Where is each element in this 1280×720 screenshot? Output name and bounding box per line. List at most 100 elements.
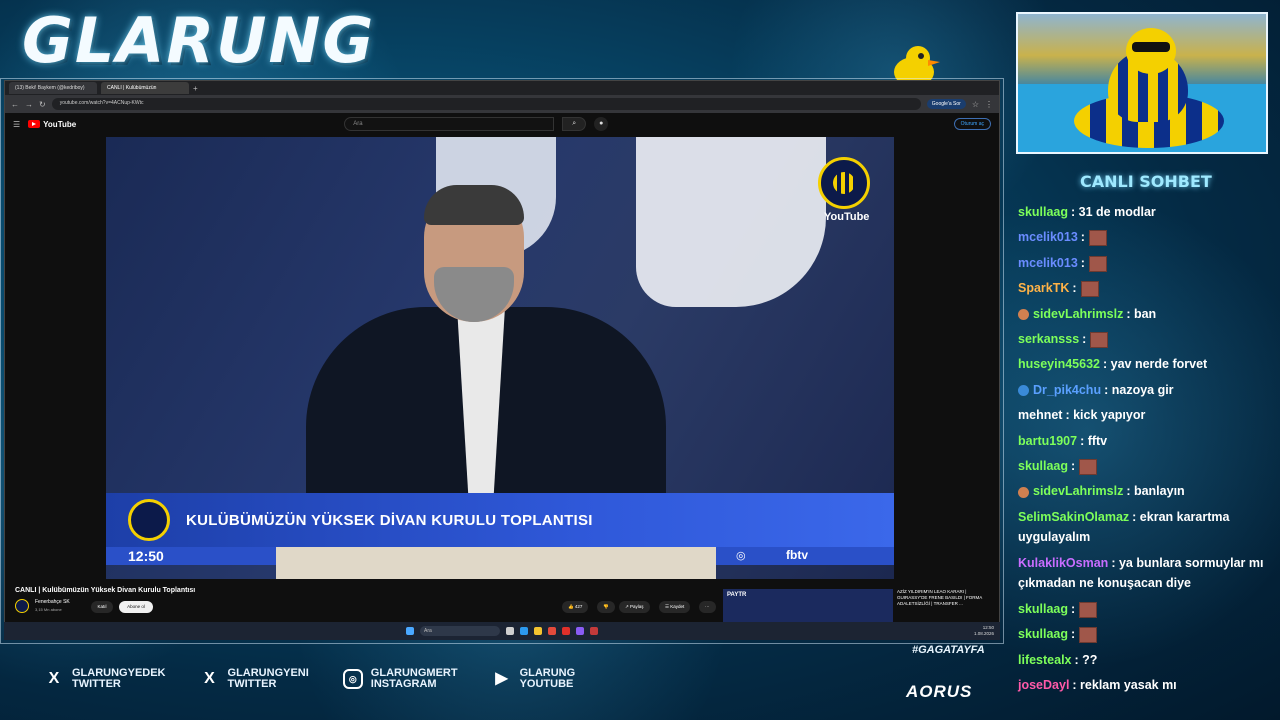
chat-text: : yav nerde forvet: [1103, 357, 1208, 372]
broadcast-time: 12:50: [128, 548, 164, 564]
chat-username[interactable]: joseDayl: [1018, 673, 1069, 698]
chat-username[interactable]: KulaklikOsman: [1018, 556, 1108, 570]
chat-message: sidevLahrimslz: banlayın: [1018, 479, 1264, 504]
address-bar: ← → ↻ youtube.com/watch?v=4ACNup-KWtc Go…: [5, 95, 999, 113]
taskbar-search[interactable]: Ara: [420, 626, 500, 636]
emote-icon: [1079, 626, 1098, 643]
lower-third-banner: KULÜBÜMÜZÜN YÜKSEK DİVAN KURULU TOPLANTI…: [106, 493, 894, 547]
save-button[interactable]: ☰ Kaydet: [659, 601, 691, 613]
app-icon[interactable]: [590, 627, 598, 635]
video-player[interactable]: YouTube KULÜBÜMÜZÜN YÜKSEK DİVAN KURULU …: [106, 137, 894, 579]
chat-message: lifestealx: ??: [1018, 648, 1264, 673]
social-link: X GLARUNGYENI TWITTER: [200, 668, 309, 690]
chat-text: :: [1080, 230, 1085, 245]
menu-icon[interactable]: ⋮: [985, 100, 993, 109]
tab-label: (13) Beki! Baykem (@kedriboy): [15, 85, 85, 91]
chat-username[interactable]: huseyin45632: [1018, 352, 1100, 377]
social-text: GLARUNGMERT INSTAGRAM: [371, 668, 458, 690]
chat-message: skullaag:: [1018, 454, 1264, 479]
dislike-icon[interactable]: 👎: [597, 601, 615, 613]
chat-username[interactable]: skullaag: [1018, 454, 1068, 479]
chrome-icon[interactable]: [548, 627, 556, 635]
chat-username[interactable]: bartu1907: [1018, 429, 1077, 454]
instagram-icon: ◎: [342, 669, 363, 689]
fenerbahce-badge-icon: [818, 157, 870, 209]
share-label: Paylaş: [630, 604, 644, 609]
subscribe-button[interactable]: Abone ol: [119, 601, 153, 613]
chat-username[interactable]: mcelik013: [1018, 251, 1078, 276]
app-icon[interactable]: [576, 627, 584, 635]
chat-username[interactable]: SparkTK: [1018, 276, 1069, 301]
tab-twitter[interactable]: (13) Beki! Baykem (@kedriboy): [9, 82, 97, 94]
emote-icon: [1090, 331, 1109, 348]
chat-username[interactable]: sidevLahrimslz: [1033, 302, 1123, 327]
edge-icon[interactable]: [520, 627, 528, 635]
chat-message: bartu1907: fftv: [1018, 429, 1264, 454]
recommended-video-thumb[interactable]: PAYTR: [723, 589, 893, 623]
chat-username[interactable]: skullaag: [1018, 597, 1068, 622]
channel-logo: GLARUNG: [22, 4, 376, 77]
search-input[interactable]: Ara: [344, 117, 555, 131]
chat-username[interactable]: lifestealx: [1018, 648, 1072, 673]
speaker-hair: [424, 185, 524, 225]
browser-window: (13) Beki! Baykem (@kedriboy) CANLI | Ku…: [4, 80, 1000, 640]
chat-username[interactable]: mcelik013: [1018, 225, 1078, 250]
x-icon: X: [48, 670, 60, 687]
hamburger-icon[interactable]: ☰: [13, 120, 20, 129]
app-icon[interactable]: [562, 627, 570, 635]
more-button[interactable]: ···: [699, 601, 716, 613]
instagram-icon: ◎: [736, 550, 746, 562]
like-button[interactable]: 👍 427: [562, 601, 589, 613]
chat-username[interactable]: skullaag: [1018, 200, 1068, 225]
chat-message: Dr_pik4chu: nazoya gir: [1018, 378, 1264, 403]
chat-username[interactable]: Dr_pik4chu: [1033, 378, 1101, 403]
channel-name[interactable]: Fenerbahçe SK: [35, 599, 70, 605]
chat-username[interactable]: SelimSakinOlamaz: [1018, 510, 1129, 524]
reload-icon[interactable]: ↻: [39, 100, 46, 109]
mic-icon[interactable]: ●: [594, 117, 609, 131]
tab-youtube[interactable]: CANLI | Kulübümüzün: [101, 82, 189, 94]
social-platform: INSTAGRAM: [370, 678, 437, 690]
back-icon[interactable]: ←: [11, 100, 19, 109]
chat-message: huseyin45632: yav nerde forvet: [1018, 352, 1264, 377]
chat-text: :: [1071, 459, 1076, 474]
channel-avatar[interactable]: [15, 599, 29, 613]
social-link: ▶ GLARUNG YOUTUBE: [492, 668, 575, 690]
youtube-logo-text: YouTube: [43, 119, 77, 129]
user-badge-icon: [1018, 385, 1029, 397]
star-icon[interactable]: ☆: [972, 100, 979, 109]
youtube-icon: ▶: [495, 670, 508, 687]
social-link: X GLARUNGYEDEK TWITTER: [44, 668, 166, 690]
signin-button[interactable]: Oturum aç: [953, 118, 991, 130]
forward-icon[interactable]: →: [25, 100, 33, 109]
new-tab-icon[interactable]: +: [193, 84, 198, 93]
chat-username[interactable]: mehnet: [1018, 403, 1062, 428]
share-button[interactable]: ↗ Paylaş: [619, 601, 650, 613]
url-field[interactable]: youtube.com/watch?v=4ACNup-KWtc: [51, 98, 921, 110]
chat-text: :: [1080, 255, 1085, 270]
chat-username[interactable]: sidevLahrimslz: [1033, 479, 1123, 504]
chat-text: :: [1071, 627, 1076, 642]
taskview-icon[interactable]: [506, 627, 514, 635]
recommended-video-title[interactable]: AZİZ YILDIRIM'IN LEAO KARARI | GUIRASSY'…: [897, 589, 997, 607]
chat-text: : banlayın: [1126, 484, 1185, 499]
chat-message: joseDayl: reklam yasak mı: [1018, 673, 1264, 698]
chat-username[interactable]: skullaag: [1018, 622, 1068, 647]
windows-start-icon[interactable]: [406, 627, 414, 635]
chat-message: SelimSakinOlamaz: ekran karartma uygulay…: [1018, 505, 1264, 551]
thumb-label: PAYTR: [727, 592, 747, 598]
youtube-watermark: YouTube: [824, 211, 870, 223]
explorer-icon[interactable]: [534, 627, 542, 635]
search-icon[interactable]: ⌕: [562, 117, 587, 131]
chat-message: skullaag: 31 de modlar: [1018, 200, 1264, 225]
join-button[interactable]: Katıl: [91, 601, 113, 613]
social-text: GLARUNGYEDEK TWITTER: [72, 668, 166, 690]
google-ask-button[interactable]: Google'a Sor: [926, 99, 966, 109]
emote-icon: [1080, 280, 1099, 297]
chat-message: sidevLahrimslz: ban: [1018, 302, 1264, 327]
chat-text: :: [1072, 281, 1077, 296]
chat-text: :: [1082, 332, 1087, 347]
chat-text: : nazoya gir: [1104, 382, 1174, 397]
chat-username[interactable]: serkansss: [1018, 327, 1079, 352]
youtube-logo[interactable]: YouTube: [28, 120, 76, 129]
